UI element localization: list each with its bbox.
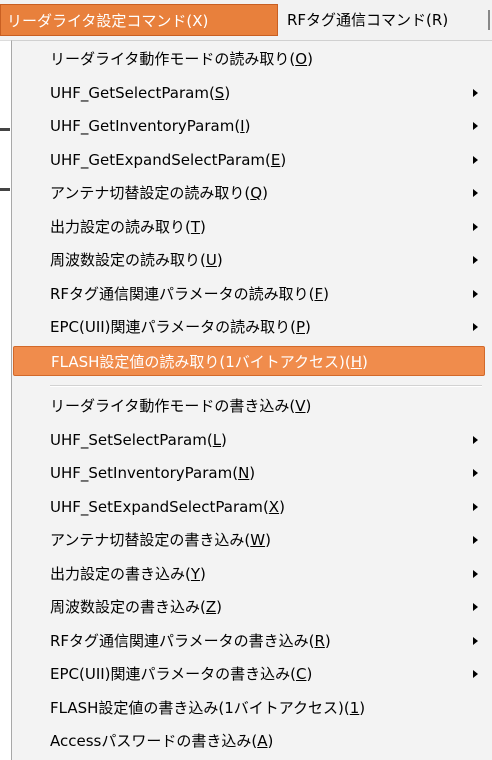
menu-item-label: アンテナ切替設定の書き込み (50, 531, 245, 549)
menu-item-accelerator: F (314, 284, 324, 303)
submenu-arrow-icon (473, 469, 478, 477)
menu-item-label: 出力設定の書き込み (50, 564, 186, 583)
menu-item-accelerator: N (238, 464, 250, 482)
menu-item-accelerator: X (268, 497, 280, 516)
menu-item[interactable]: UHF_SetExpandSelectParam(X) (12, 492, 488, 522)
menu-rf-tag-communication[interactable]: RFタグ通信コマンド(R) (283, 4, 488, 36)
menu-reader-writer-settings[interactable]: リーダライタ設定コマンド(X) (0, 4, 278, 36)
menu-item-label: EPC(UII)関連パラメータの読み取り (50, 318, 291, 336)
menu-item-accelerator: 1 (349, 698, 360, 717)
menu-item-label: 周波数設定の読み取り (50, 251, 201, 269)
menu-item[interactable]: UHF_GetSelectParam(S) (12, 78, 488, 108)
menu-item-label: FLASH設定値の書き込み(1バイトアクセス) (50, 698, 344, 717)
menu-item-accelerator: L (212, 430, 222, 449)
menu-item-accelerator: C (295, 665, 307, 683)
menu-item-label: リーダライタ動作モードの書き込み (50, 397, 290, 415)
menu-item-label: UHF_SetInventoryParam (50, 464, 233, 482)
submenu-arrow-icon (473, 636, 478, 645)
menu-item[interactable]: Accessパスワードの書き込み(A) (12, 726, 488, 756)
menu-item[interactable]: 周波数設定の書き込み(Z) (12, 592, 488, 622)
menu-item-accelerator: H (350, 352, 363, 371)
menu-item-accelerator: U (205, 251, 217, 269)
menu-item[interactable]: RFタグ通信関連パラメータの読み取り(F) (12, 279, 488, 309)
menu-item-label: UHF_GetInventoryParam (50, 117, 235, 135)
submenu-arrow-icon (473, 222, 478, 231)
submenu-arrow-icon (473, 569, 478, 578)
submenu-arrow-icon (473, 189, 478, 197)
submenu-arrow-icon (473, 435, 478, 444)
submenu-arrow-icon (473, 536, 478, 544)
menu-item[interactable]: 出力設定の読み取り(T) (12, 212, 488, 242)
submenu-arrow-icon (473, 155, 478, 164)
menu-item-label: UHF_SetSelectParam (50, 430, 207, 449)
menu-item[interactable]: 周波数設定の読み取り(U) (12, 245, 488, 275)
submenu-arrow-icon (473, 289, 478, 298)
submenu-arrow-icon (473, 88, 478, 97)
menu-item-accelerator: T (190, 217, 201, 236)
submenu-arrow-icon (473, 122, 478, 130)
menu-item[interactable]: UHF_SetInventoryParam(N) (12, 458, 488, 488)
menu-item-accelerator: P (295, 318, 305, 336)
background-edge-mark (0, 128, 10, 131)
menu-item[interactable]: UHF_SetSelectParam(L) (12, 425, 488, 455)
menu-item-accelerator: W (250, 531, 266, 549)
submenu-arrow-icon (473, 256, 478, 264)
menu-item-label: リーダライタ動作モードの読み取り (50, 50, 290, 68)
submenu-arrow-icon (473, 670, 478, 678)
menu-item-label: 周波数設定の書き込み (50, 598, 201, 616)
menu-item-label: UHF_GetExpandSelectParam (50, 150, 266, 169)
menu-item-label: 出力設定の読み取り (50, 217, 186, 236)
menu-bar: リーダライタ設定コマンド(X) RFタグ通信コマンド(R) (0, 0, 492, 41)
menu-item-accelerator: S (214, 83, 225, 102)
submenu-arrow-icon (473, 603, 478, 611)
menu-item-accelerator: Y (190, 564, 201, 583)
background-edge-mark (0, 188, 10, 191)
submenu-arrow-icon (473, 502, 478, 511)
menu-item-label: Accessパスワードの書き込み (50, 732, 252, 750)
menu-item-label: UHF_GetSelectParam (50, 83, 209, 102)
menu-item-accelerator: A (257, 732, 268, 750)
menu-item[interactable]: アンテナ切替設定の書き込み(W) (12, 525, 488, 555)
menubar-edge (488, 10, 490, 30)
menu-item-accelerator: R (314, 631, 325, 650)
menu-item[interactable]: リーダライタ動作モードの書き込み(V) (12, 391, 488, 421)
menu-item[interactable]: アンテナ切替設定の読み取り(Q) (12, 178, 488, 208)
menu-item-accelerator: Q (250, 184, 263, 202)
menu-item[interactable]: リーダライタ動作モードの読み取り(O) (12, 44, 488, 74)
menu-item[interactable]: EPC(UII)関連パラメータの読み取り(P) (12, 312, 488, 342)
menu-item[interactable]: FLASH設定値の読み取り(1バイトアクセス)(H) (13, 345, 485, 376)
submenu-arrow-icon (473, 323, 478, 331)
menu-item-accelerator: O (295, 50, 308, 68)
menu-item[interactable]: RFタグ通信関連パラメータの書き込み(R) (12, 626, 488, 656)
menu-item-label: EPC(UII)関連パラメータの書き込み (50, 665, 291, 683)
menu-separator (50, 385, 482, 387)
menu-item-accelerator: I (240, 117, 245, 135)
menu-item-label: RFタグ通信関連パラメータの読み取り (50, 284, 309, 303)
menu-item-accelerator: V (295, 397, 306, 415)
menu-item-accelerator: E (270, 150, 281, 169)
menu-item-accelerator: Z (205, 598, 217, 616)
menu-item-label: FLASH設定値の読み取り(1バイトアクセス) (51, 352, 345, 371)
menu-item-label: アンテナ切替設定の読み取り (50, 184, 245, 202)
menu-item[interactable]: UHF_GetInventoryParam(I) (12, 111, 488, 141)
menu-item[interactable]: EPC(UII)関連パラメータの書き込み(C) (12, 659, 488, 689)
menu-item[interactable]: FLASH設定値の書き込み(1バイトアクセス)(1) (12, 693, 488, 723)
menu-item[interactable]: UHF_GetExpandSelectParam(E) (12, 145, 488, 175)
menu-item-label: UHF_SetExpandSelectParam (50, 497, 263, 516)
menu-item[interactable]: 出力設定の書き込み(Y) (12, 559, 488, 589)
menu-item-label: RFタグ通信関連パラメータの書き込み (50, 631, 309, 650)
